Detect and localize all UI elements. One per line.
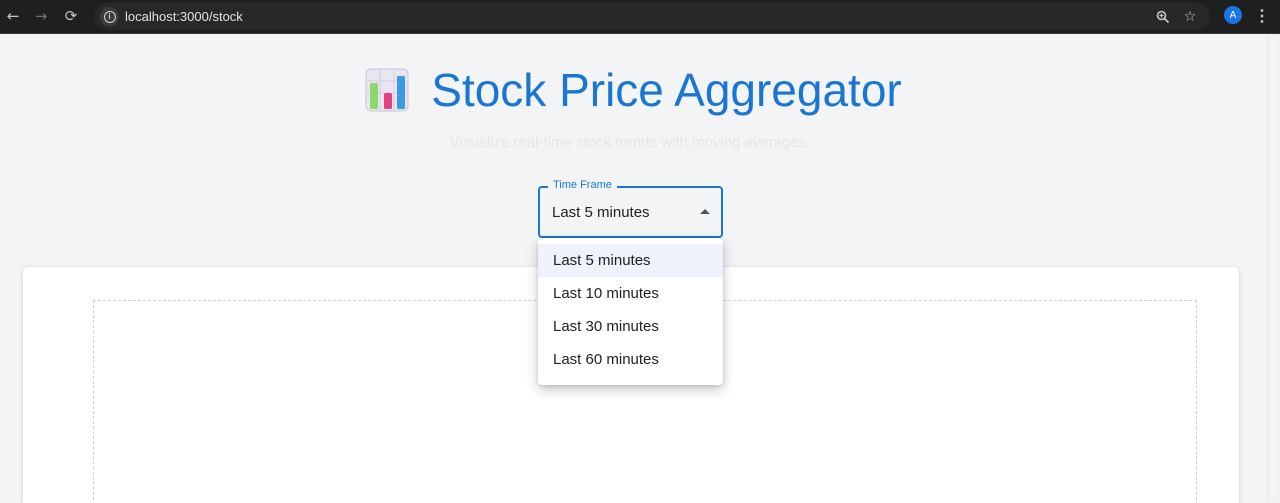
menu-item-last-5-minutes[interactable]: Last 5 minutes bbox=[538, 244, 723, 277]
time-frame-value[interactable]: Last 5 minutes bbox=[552, 204, 650, 221]
time-frame-menu: Last 5 minutes Last 10 minutes Last 30 m… bbox=[538, 238, 723, 385]
page-title: Stock Price Aggregator bbox=[431, 64, 902, 116]
back-arrow-icon[interactable]: ← bbox=[1, 4, 25, 28]
bar-chart-icon bbox=[365, 68, 409, 112]
caret-up-icon[interactable] bbox=[700, 209, 710, 214]
browser-toolbar: ← → ⟳ i localhost:3000/stock ☆ A ⋮ bbox=[0, 0, 1280, 34]
profile-avatar[interactable]: A bbox=[1224, 6, 1242, 24]
bookmark-star-icon[interactable]: ☆ bbox=[1180, 7, 1200, 27]
site-info-icon[interactable]: i bbox=[100, 7, 119, 26]
reload-icon[interactable]: ⟳ bbox=[59, 4, 83, 28]
scrollbar-thumb[interactable] bbox=[1271, 36, 1278, 501]
menu-item-last-30-minutes[interactable]: Last 30 minutes bbox=[538, 310, 723, 343]
menu-item-last-60-minutes[interactable]: Last 60 minutes bbox=[538, 343, 723, 376]
time-frame-label: Time Frame bbox=[548, 179, 617, 191]
scrollbar[interactable] bbox=[1267, 34, 1280, 503]
zoom-icon[interactable] bbox=[1153, 7, 1173, 27]
menu-item-last-10-minutes[interactable]: Last 10 minutes bbox=[538, 277, 723, 310]
url-text[interactable]: localhost:3000/stock bbox=[125, 9, 243, 24]
kebab-menu-icon[interactable]: ⋮ bbox=[1254, 6, 1270, 26]
page-header: Stock Price Aggregator bbox=[0, 60, 1267, 120]
page-subtitle: Visualize real-time stock trends with mo… bbox=[449, 134, 811, 151]
address-bar[interactable]: i localhost:3000/stock ☆ bbox=[94, 3, 1210, 30]
time-frame-select[interactable]: Time Frame Last 5 minutes bbox=[538, 179, 723, 238]
forward-arrow-icon[interactable]: → bbox=[29, 4, 53, 28]
